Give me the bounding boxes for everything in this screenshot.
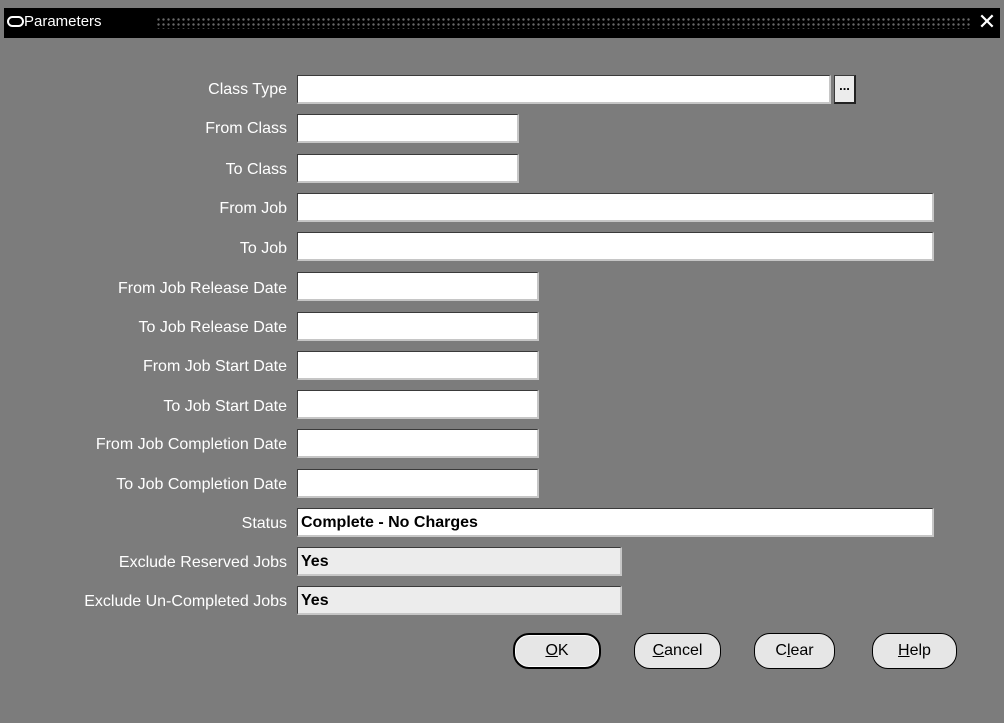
from-job-start-date-field[interactable] [297, 351, 539, 380]
to-job-release-date-label: To Job Release Date [138, 319, 287, 336]
status-label: Status [241, 515, 287, 532]
parameters-window: Parameters ✕ Class Type ... From Class T… [4, 4, 1000, 719]
clear-label-pre: C [775, 642, 787, 659]
ok-mnemonic: O [545, 642, 558, 659]
close-icon[interactable]: ✕ [977, 10, 997, 34]
class-type-lov-button[interactable]: ... [834, 75, 856, 104]
to-job-completion-date-label: To Job Completion Date [116, 476, 287, 493]
cancel-mnemonic: C [652, 642, 665, 659]
window-title: Parameters [24, 13, 102, 30]
exclude-reserved-jobs-field[interactable]: Yes [297, 547, 622, 576]
from-job-release-date-label: From Job Release Date [118, 280, 287, 297]
cancel-button[interactable]: Cancel [634, 633, 721, 669]
clear-label-rest: ear [790, 642, 814, 659]
ok-label-rest: K [557, 642, 569, 659]
to-class-label: To Class [225, 161, 287, 178]
from-class-field[interactable] [297, 114, 519, 143]
window-menu-icon[interactable] [7, 16, 24, 27]
class-type-field[interactable] [297, 75, 831, 104]
title-bar-texture [156, 17, 972, 29]
to-job-label: To Job [239, 240, 287, 257]
cancel-label-rest: ancel [664, 642, 703, 659]
to-job-completion-date-field[interactable] [297, 469, 539, 498]
class-type-label: Class Type [208, 81, 287, 98]
status-field[interactable]: Complete - No Charges [297, 508, 934, 537]
clear-button[interactable]: Clear [754, 633, 835, 669]
to-class-field[interactable] [297, 154, 519, 183]
from-job-completion-date-field[interactable] [297, 429, 539, 458]
from-job-field[interactable] [297, 193, 934, 222]
from-class-label: From Class [205, 120, 287, 137]
exclude-un-completed-jobs-field[interactable]: Yes [297, 586, 622, 615]
to-job-start-date-label: To Job Start Date [163, 398, 287, 415]
from-job-label: From Job [219, 200, 287, 217]
help-label-rest: elp [909, 642, 931, 659]
to-job-field[interactable] [297, 232, 934, 261]
exclude-reserved-jobs-label: Exclude Reserved Jobs [118, 554, 287, 571]
from-job-start-date-label: From Job Start Date [142, 358, 287, 375]
help-mnemonic: H [898, 642, 910, 659]
to-job-release-date-field[interactable] [297, 312, 539, 341]
help-button[interactable]: Help [872, 633, 957, 669]
ok-button[interactable]: OK [513, 633, 601, 669]
to-job-start-date-field[interactable] [297, 390, 539, 419]
from-job-release-date-field[interactable] [297, 272, 539, 301]
exclude-un-completed-jobs-label: Exclude Un-Completed Jobs [84, 593, 287, 610]
title-bar[interactable]: Parameters ✕ [4, 8, 1000, 38]
from-job-completion-date-label: From Job Completion Date [95, 436, 287, 453]
